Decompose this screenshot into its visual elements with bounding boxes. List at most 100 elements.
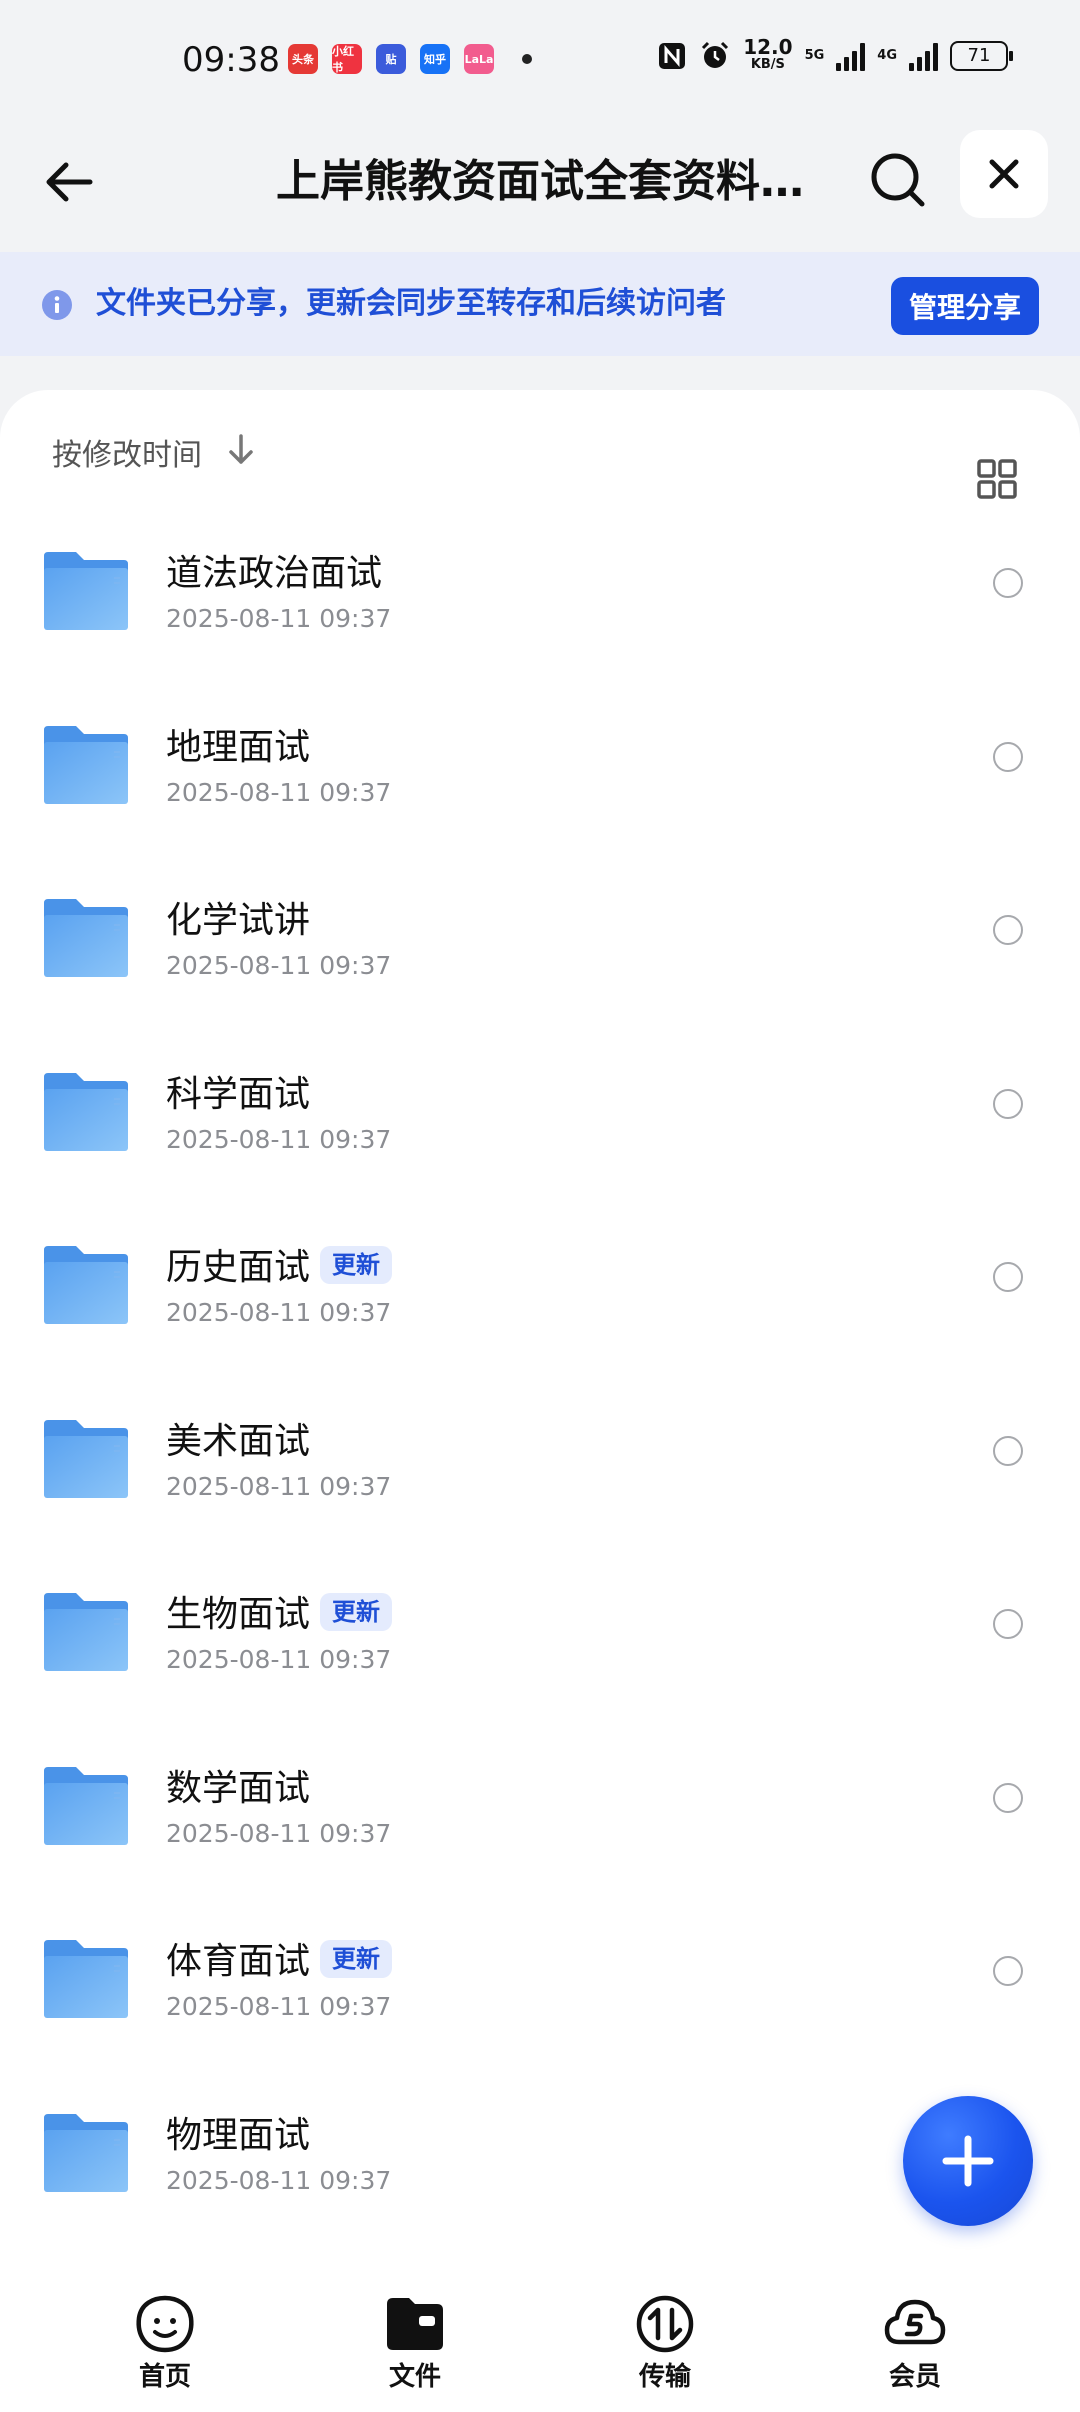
select-radio[interactable] [993, 1956, 1023, 1986]
arrow-left-icon [46, 162, 93, 202]
file-name-text: 体育面试 [166, 1941, 311, 1982]
nfc-icon [659, 43, 686, 69]
select-radio[interactable] [993, 568, 1023, 598]
select-radio[interactable] [993, 915, 1023, 945]
select-radio[interactable] [993, 741, 1023, 772]
tab-transfer[interactable]: 传输 [595, 2294, 735, 2393]
xiaohongshu-icon: 小红书 [332, 44, 362, 74]
select-radio[interactable] [993, 1609, 1023, 1639]
file-row[interactable]: 地理面试 2025-08-11 09:37 [0, 692, 1080, 866]
file-name: 物理面试 [166, 2112, 310, 2160]
sort-by-modified-time[interactable]: 按修改时间 [52, 430, 202, 474]
select-radio[interactable] [993, 1782, 1023, 1813]
share-notice-banner: 文件夹已分享，更新会同步至转存和后续访问者 管理分享 [0, 252, 1080, 356]
update-badge: 更新 [320, 1246, 393, 1284]
file-modified-date: 2025-08-11 09:37 [166, 1298, 392, 1327]
folder-icon [44, 1419, 128, 1498]
folder-icon [44, 1593, 128, 1671]
system-icons: 12.0 KB/S 5G 4G 71 [657, 37, 1013, 74]
folder-icon [44, 1072, 128, 1151]
folder-icon [44, 725, 128, 804]
net-speed: 12.0 KB/S [743, 37, 792, 74]
grid-view-icon[interactable] [976, 458, 1018, 500]
file-name: 生物面试 更新 [166, 1591, 393, 1639]
file-row[interactable]: 化学试讲 2025-08-11 09:37 [0, 865, 1080, 1039]
folder-icon [44, 552, 128, 630]
file-name-text: 数学面试 [166, 1767, 311, 1809]
file-modified-date: 2025-08-11 09:37 [166, 604, 392, 633]
toutiao-icon: 头条 [288, 44, 318, 74]
share-notice-text: 文件夹已分享，更新会同步至转存和后续访问者 [96, 286, 726, 321]
status-bar: 09:38 头条 小红书 贴 知乎 LaLa 12.0 KB/S 5G 4G 7… [0, 0, 1080, 122]
file-name: 历史面试 更新 [166, 1244, 393, 1292]
close-button[interactable] [960, 130, 1048, 218]
file-name: 地理面试 [166, 724, 310, 772]
alarm-icon [702, 41, 729, 68]
file-modified-date: 2025-08-11 09:37 [166, 951, 392, 980]
network-5g-label: 5G [804, 48, 825, 63]
top-app-bar: 上岸熊教资面试全套资料全国... [0, 122, 1080, 252]
file-modified-date: 2025-08-11 09:37 [166, 777, 392, 807]
notification-icons: 头条 小红书 贴 知乎 LaLa [288, 44, 532, 74]
file-modified-date: 2025-08-11 09:37 [166, 1124, 392, 1154]
tieba-icon: 贴 [376, 44, 406, 74]
zhihu-icon: 知乎 [420, 44, 450, 74]
network-4g-label: 4G [877, 48, 897, 63]
tab-home[interactable]: 首页 [95, 2294, 235, 2393]
file-name: 数学面试 [166, 1765, 310, 1813]
file-name-text: 地理面试 [166, 726, 311, 768]
back-button[interactable] [40, 152, 100, 212]
folder-icon [44, 1766, 128, 1845]
search-icon [871, 153, 925, 207]
file-name: 科学面试 [166, 1071, 310, 1119]
folder-icon [44, 2113, 128, 2192]
folder-icon [44, 899, 128, 977]
tab-files[interactable]: 文件 [345, 2294, 485, 2393]
signal-4g-icon [909, 41, 938, 71]
page-title: 上岸熊教资面试全套资料全国... [276, 156, 816, 207]
add-button[interactable] [903, 2096, 1033, 2226]
manage-share-button[interactable]: 管理分享 [891, 277, 1039, 335]
file-name: 美术面试 [166, 1418, 310, 1466]
folder-icon [44, 1246, 128, 1324]
bottom-tab-bar: 首页 文件 传输 会员 [0, 2270, 1080, 2412]
tab-home-label: 首页 [138, 2362, 191, 2392]
more-notifications-dot [522, 54, 532, 64]
update-badge: 更新 [320, 1940, 393, 1978]
battery-icon: 71 [950, 41, 1013, 71]
tab-files-label: 文件 [388, 2362, 441, 2392]
select-radio[interactable] [993, 1088, 1023, 1119]
select-radio[interactable] [993, 1435, 1023, 1466]
file-name-text: 科学面试 [166, 1073, 311, 1115]
folder-icon [44, 1940, 128, 2018]
file-name: 体育面试 更新 [166, 1938, 393, 1986]
transfer-icon [636, 2295, 694, 2353]
file-row[interactable]: 美术面试 2025-08-11 09:37 [0, 1386, 1080, 1560]
file-modified-date: 2025-08-11 09:37 [166, 1818, 392, 1848]
folder-icon [387, 2298, 443, 2350]
close-icon [989, 159, 1019, 189]
file-modified-date: 2025-08-11 09:37 [166, 1992, 392, 2021]
file-name-text: 美术面试 [166, 1420, 311, 1462]
select-radio[interactable] [993, 1262, 1023, 1292]
tab-vip[interactable]: 会员 [845, 2294, 985, 2393]
vip-cloud-icon [884, 2299, 946, 2345]
file-name-text: 物理面试 [166, 2114, 311, 2156]
file-row[interactable]: 体育面试 更新 2025-08-11 09:37 [0, 1906, 1080, 2080]
file-name: 化学试讲 [166, 897, 310, 945]
file-row[interactable]: 数学面试 2025-08-11 09:37 [0, 1733, 1080, 1907]
info-icon [42, 290, 72, 320]
arrow-down-icon[interactable] [224, 430, 258, 470]
plus-icon [942, 2135, 994, 2187]
file-row[interactable]: 生物面试 更新 2025-08-11 09:37 [0, 1559, 1080, 1733]
file-modified-date: 2025-08-11 09:37 [166, 2165, 392, 2195]
file-list-panel: 按修改时间 道法政治面试 2025-08-11 09:37 地理面试 2025-… [0, 390, 1080, 2412]
home-face-icon [136, 2295, 194, 2353]
search-button[interactable] [866, 148, 930, 212]
file-row[interactable]: 科学面试 2025-08-11 09:37 [0, 1039, 1080, 1213]
file-row[interactable]: 道法政治面试 2025-08-11 09:37 [0, 518, 1080, 692]
tab-vip-label: 会员 [888, 2362, 941, 2392]
file-name-text: 化学试讲 [166, 900, 311, 941]
signal-5g-icon [836, 41, 866, 71]
file-row[interactable]: 历史面试 更新 2025-08-11 09:37 [0, 1212, 1080, 1386]
